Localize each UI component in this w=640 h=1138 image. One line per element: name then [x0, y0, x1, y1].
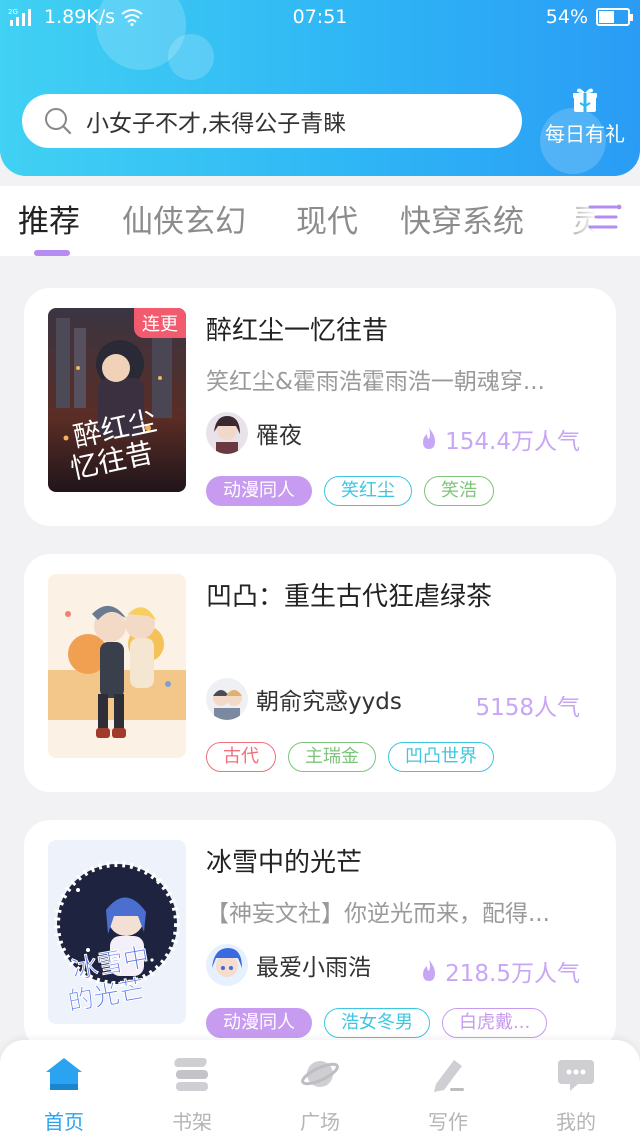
home-icon: [46, 1058, 82, 1090]
battery-percent: 54%: [545, 6, 588, 28]
daily-gift-button[interactable]: 每日有礼: [538, 86, 632, 147]
book-title[interactable]: 醉红尘一忆往昔: [206, 310, 388, 347]
battery-level: [599, 11, 615, 23]
tag[interactable]: 动漫同人: [206, 1008, 312, 1038]
popularity: 154.4万人气: [419, 422, 580, 456]
bookshelf-icon: [174, 1058, 208, 1091]
bottom-nav: 首页 书架 广场 写作 我的: [0, 1040, 640, 1138]
clock: 07:51: [292, 6, 348, 28]
tag[interactable]: 主瑞金: [288, 742, 376, 772]
search-bar[interactable]: 小女子不才,未得公子青睐: [22, 94, 522, 148]
daily-gift-label: 每日有礼: [545, 122, 625, 146]
popularity: 5158人气: [475, 688, 580, 722]
author-avatar: [206, 412, 248, 454]
book-title[interactable]: 冰雪中的光芒: [206, 842, 362, 879]
author-avatar: [206, 678, 248, 720]
tab-xianxia[interactable]: 仙侠玄幻: [122, 196, 246, 241]
book-title[interactable]: 凹凸：重生古代狂虐绿茶: [206, 576, 492, 613]
author-name: 罹夜: [256, 423, 302, 449]
flame-icon: [423, 960, 436, 981]
planet-icon: [301, 1061, 339, 1087]
book-card[interactable]: 醉红尘 忆往昔 连更 醉红尘一忆往昔 笑红尘&霍雨浩霍雨浩一朝魂穿... 罹夜 …: [24, 288, 616, 526]
nav-mine-label: 我的: [556, 1110, 596, 1134]
cover-image: 冰雪中 的光芒: [48, 840, 186, 1024]
nav-home[interactable]: 首页: [14, 1054, 114, 1135]
category-tabs: 推荐 仙侠玄幻 现代 快穿系统 灵异: [0, 186, 640, 256]
tag[interactable]: 浩女冬男: [324, 1008, 430, 1038]
nav-square-label: 广场: [300, 1110, 340, 1134]
active-tab-indicator: [34, 250, 70, 256]
nav-square[interactable]: 广场: [270, 1054, 370, 1135]
status-bar: 2G 1.89K/s 07:51 54%: [0, 0, 640, 34]
tag[interactable]: 动漫同人: [206, 476, 312, 506]
book-author[interactable]: 罹夜: [206, 412, 302, 454]
battery-icon: [596, 8, 633, 26]
tag[interactable]: 凹凸世界: [388, 742, 494, 772]
tab-recommend[interactable]: 推荐: [18, 196, 80, 241]
nav-write[interactable]: 写作: [398, 1054, 498, 1135]
header: 2G 1.89K/s 07:51 54% 小女子不才,未得公子青睐 每日有礼: [0, 0, 640, 176]
tag-list: 动漫同人 笑红尘 笑浩: [206, 476, 494, 506]
update-badge: 连更: [134, 308, 186, 338]
tag-list: 动漫同人 浩女冬男 白虎戴...: [206, 1008, 548, 1038]
book-description: 笑红尘&霍雨浩霍雨浩一朝魂穿...: [206, 369, 545, 395]
popularity-value: 218.5万人气: [445, 961, 580, 987]
book-card[interactable]: 冰雪中 的光芒 冰雪中的光芒 【神妄文社】你逆光而来，配得... 最爱小雨浩 2…: [24, 820, 616, 1050]
nav-bookshelf[interactable]: 书架: [142, 1054, 242, 1135]
author-name: 最爱小雨浩: [256, 955, 371, 981]
nav-write-label: 写作: [428, 1110, 468, 1134]
book-cover[interactable]: [48, 574, 186, 758]
nav-mine[interactable]: 我的: [526, 1054, 626, 1135]
book-description: 【神妄文社】你逆光而来，配得...: [206, 901, 550, 927]
tab-modern[interactable]: 现代: [296, 196, 358, 241]
tag[interactable]: 笑浩: [424, 476, 494, 506]
tag[interactable]: 笑红尘: [324, 476, 412, 506]
search-icon: [45, 108, 72, 135]
book-card[interactable]: 凹凸：重生古代狂虐绿茶 朝俞究惑yyds 5158人气 古代 主瑞金 凹凸世界: [24, 554, 616, 792]
pen-icon: [434, 1060, 464, 1092]
tab-quick-transmigration[interactable]: 快穿系统: [400, 196, 524, 241]
author-name: 朝俞究惑yyds: [256, 689, 402, 715]
book-author[interactable]: 朝俞究惑yyds: [206, 678, 402, 720]
popularity: 218.5万人气: [419, 954, 580, 988]
tag[interactable]: 古代: [206, 742, 276, 772]
book-author[interactable]: 最爱小雨浩: [206, 944, 371, 986]
book-cover[interactable]: 冰雪中 的光芒: [48, 840, 186, 1024]
nav-home-label: 首页: [44, 1110, 84, 1134]
gift-icon: [573, 88, 597, 112]
tag-list: 古代 主瑞金 凹凸世界: [206, 742, 494, 772]
book-cover[interactable]: 醉红尘 忆往昔 连更: [48, 308, 186, 492]
popularity-value: 5158人气: [475, 695, 580, 721]
decorative-bubble: [168, 34, 214, 80]
author-avatar: [206, 944, 248, 986]
flame-icon: [423, 428, 436, 449]
category-menu-icon[interactable]: [588, 200, 622, 234]
cover-image: [48, 574, 186, 758]
tag[interactable]: 白虎戴...: [442, 1008, 548, 1038]
search-placeholder: 小女子不才,未得公子青睐: [86, 111, 347, 137]
chat-bubble-icon: [558, 1060, 594, 1091]
popularity-value: 154.4万人气: [445, 429, 580, 455]
nav-bookshelf-label: 书架: [172, 1110, 212, 1134]
